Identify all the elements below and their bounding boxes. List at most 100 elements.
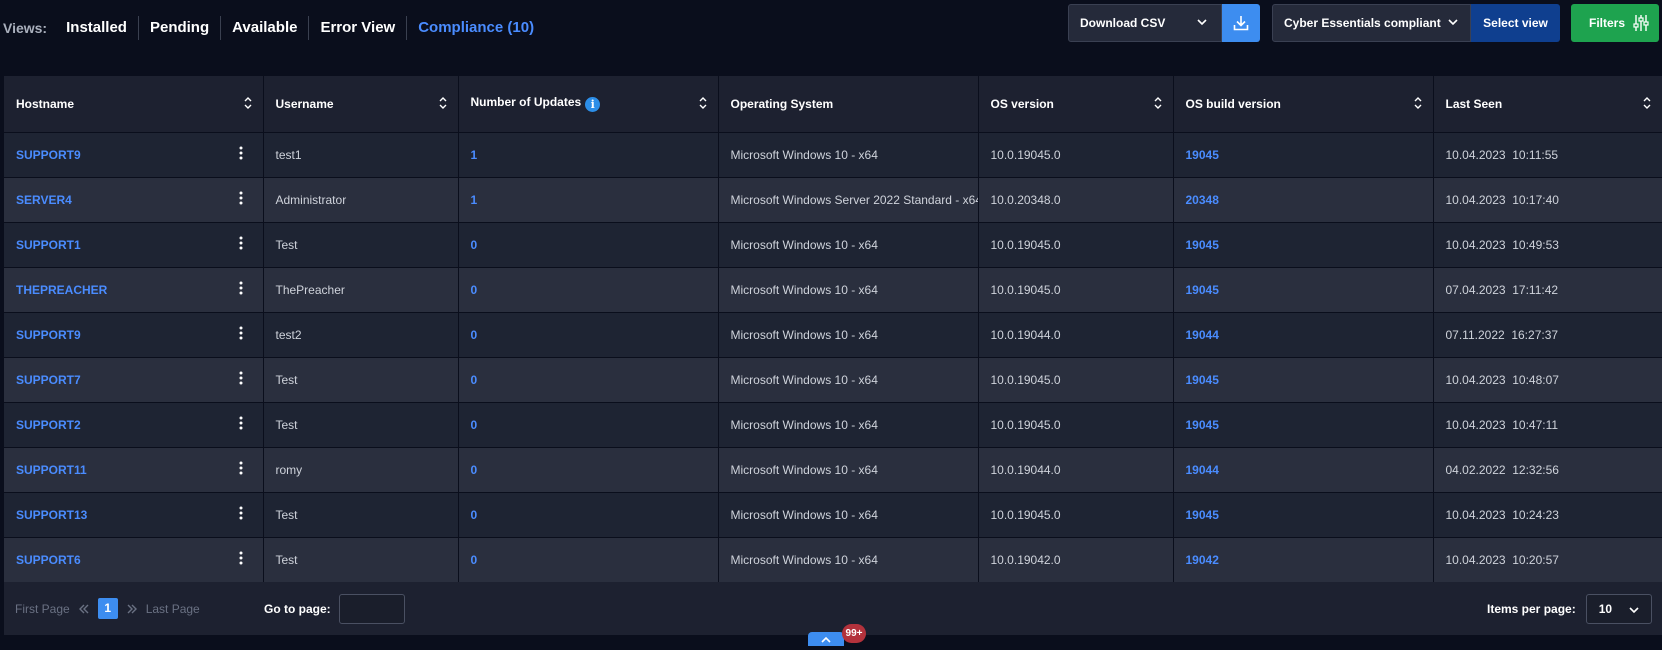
cell-updates: 0 xyxy=(458,356,719,402)
filters-button[interactable]: Filters xyxy=(1571,4,1659,42)
updates-link[interactable]: 0 xyxy=(471,463,478,477)
cell-operating-system: Microsoft Windows 10 - x64 xyxy=(718,221,979,267)
more-options-icon[interactable] xyxy=(239,371,243,385)
hostname-link[interactable]: SUPPORT9 xyxy=(16,328,81,342)
updates-link[interactable]: 0 xyxy=(471,283,478,297)
cell-username: romy xyxy=(263,446,459,492)
go-to-page-input[interactable] xyxy=(338,594,405,624)
build-link[interactable]: 19044 xyxy=(1186,328,1219,342)
chevron-double-left-icon[interactable] xyxy=(78,603,90,615)
cell-username: Test xyxy=(263,401,459,447)
updates-link[interactable]: 0 xyxy=(471,373,478,387)
cell-updates: 0 xyxy=(458,536,719,582)
updates-link[interactable]: 0 xyxy=(471,508,478,522)
cell-username: Administrator xyxy=(263,176,459,222)
hostname-link[interactable]: SUPPORT6 xyxy=(16,553,81,567)
table-row: SUPPORT13 Test 0 Microsoft Windows 10 - x64… xyxy=(4,491,1662,537)
cell-last-seen: 07.04.2023 17:11:42 xyxy=(1433,266,1662,312)
cell-updates: 1 xyxy=(458,176,719,222)
page-number-current[interactable]: 1 xyxy=(97,598,118,619)
scroll-top-button[interactable] xyxy=(808,632,844,646)
select-view-button[interactable]: Select view xyxy=(1471,4,1560,42)
build-link[interactable]: 19042 xyxy=(1186,553,1219,567)
table-footer: First Page 1 Last Page Go to page: Items… xyxy=(4,582,1662,635)
cell-last-seen: 10.04.2023 10:17:40 xyxy=(1433,176,1662,222)
sort-icon[interactable] xyxy=(438,95,448,111)
items-per-page-label: Items per page: xyxy=(1487,602,1576,616)
cell-os-version: 10.0.19042.0 xyxy=(978,536,1174,582)
last-page-link[interactable]: Last Page xyxy=(146,602,200,616)
cell-os-version: 10.0.19044.0 xyxy=(978,311,1174,357)
tab-error-view[interactable]: Error View xyxy=(309,16,408,40)
tab-pending[interactable]: Pending xyxy=(139,16,222,40)
sort-icon[interactable] xyxy=(243,95,253,111)
hostname-link[interactable]: SERVER4 xyxy=(16,193,72,207)
column-header-os-version[interactable]: OS version xyxy=(978,76,1174,132)
sort-icon[interactable] xyxy=(1413,95,1423,111)
tab-installed[interactable]: Installed xyxy=(55,16,139,40)
notification-badge[interactable]: 99+ xyxy=(842,624,866,643)
column-header-number-of-updates[interactable]: Number of Updates i xyxy=(458,76,719,132)
table-row: SUPPORT11 romy 0 Microsoft Windows 10 - x64… xyxy=(4,446,1662,492)
more-options-icon[interactable] xyxy=(239,191,243,205)
hostname-link[interactable]: SUPPORT11 xyxy=(16,463,87,477)
column-header-username[interactable]: Username xyxy=(263,76,459,132)
tab-available[interactable]: Available xyxy=(221,16,310,40)
more-options-icon[interactable] xyxy=(239,416,243,430)
view-select[interactable]: Cyber Essentials compliant xyxy=(1272,4,1471,42)
more-options-icon[interactable] xyxy=(239,281,243,295)
updates-link[interactable]: 0 xyxy=(471,553,478,567)
build-link[interactable]: 19045 xyxy=(1186,148,1219,162)
filters-label: Filters xyxy=(1589,16,1626,30)
tab-compliance[interactable]: Compliance (10) xyxy=(407,16,545,40)
chevron-down-icon xyxy=(1448,19,1458,26)
build-link[interactable]: 20348 xyxy=(1186,193,1219,207)
hostname-link[interactable]: THEPREACHER xyxy=(16,283,107,297)
updates-link[interactable]: 0 xyxy=(471,238,478,252)
cell-operating-system: Microsoft Windows 10 - x64 xyxy=(718,266,979,312)
download-csv-label: Download CSV xyxy=(1080,16,1166,30)
cell-updates: 1 xyxy=(458,131,719,177)
more-options-icon[interactable] xyxy=(239,146,243,160)
hostname-link[interactable]: SUPPORT13 xyxy=(16,508,87,522)
first-page-link[interactable]: First Page xyxy=(15,602,70,616)
hostname-link[interactable]: SUPPORT1 xyxy=(16,238,81,252)
items-per-page-select[interactable]: 10 xyxy=(1585,594,1652,624)
items-per-page: Items per page: 10 xyxy=(1487,594,1652,624)
more-options-icon[interactable] xyxy=(239,461,243,475)
more-options-icon[interactable] xyxy=(239,236,243,250)
hostname-link[interactable]: SUPPORT2 xyxy=(16,418,81,432)
cell-operating-system: Microsoft Windows 10 - x64 xyxy=(718,446,979,492)
updates-link[interactable]: 0 xyxy=(471,418,478,432)
cell-last-seen: 10.04.2023 10:24:23 xyxy=(1433,491,1662,537)
sort-icon[interactable] xyxy=(1642,95,1652,111)
cell-username: ThePreacher xyxy=(263,266,459,312)
download-csv-dropdown[interactable]: Download CSV xyxy=(1068,4,1222,42)
hostname-link[interactable]: SUPPORT7 xyxy=(16,373,81,387)
more-options-icon[interactable] xyxy=(239,551,243,565)
build-link[interactable]: 19044 xyxy=(1186,463,1219,477)
updates-link[interactable]: 1 xyxy=(471,193,478,207)
chevron-up-icon xyxy=(821,636,831,643)
build-link[interactable]: 19045 xyxy=(1186,238,1219,252)
cell-os-build: 19045 xyxy=(1173,131,1434,177)
build-link[interactable]: 19045 xyxy=(1186,418,1219,432)
table-header-row: Hostname Username Number of Updates i Ope… xyxy=(4,76,1662,132)
more-options-icon[interactable] xyxy=(239,326,243,340)
more-options-icon[interactable] xyxy=(239,506,243,520)
info-icon[interactable]: i xyxy=(585,97,601,113)
build-link[interactable]: 19045 xyxy=(1186,373,1219,387)
column-header-os-build-version[interactable]: OS build version xyxy=(1173,76,1434,132)
updates-link[interactable]: 0 xyxy=(471,328,478,342)
table-row: SUPPORT6 Test 0 Microsoft Windows 10 - x64 1… xyxy=(4,536,1662,582)
build-link[interactable]: 19045 xyxy=(1186,283,1219,297)
sort-icon[interactable] xyxy=(698,95,708,111)
download-button[interactable] xyxy=(1222,4,1260,42)
updates-link[interactable]: 1 xyxy=(471,148,478,162)
column-header-last-seen[interactable]: Last Seen xyxy=(1433,76,1662,132)
build-link[interactable]: 19045 xyxy=(1186,508,1219,522)
sort-icon[interactable] xyxy=(1153,95,1163,111)
hostname-link[interactable]: SUPPORT9 xyxy=(16,148,81,162)
column-header-hostname[interactable]: Hostname xyxy=(4,76,264,132)
chevron-double-right-icon[interactable] xyxy=(126,603,138,615)
